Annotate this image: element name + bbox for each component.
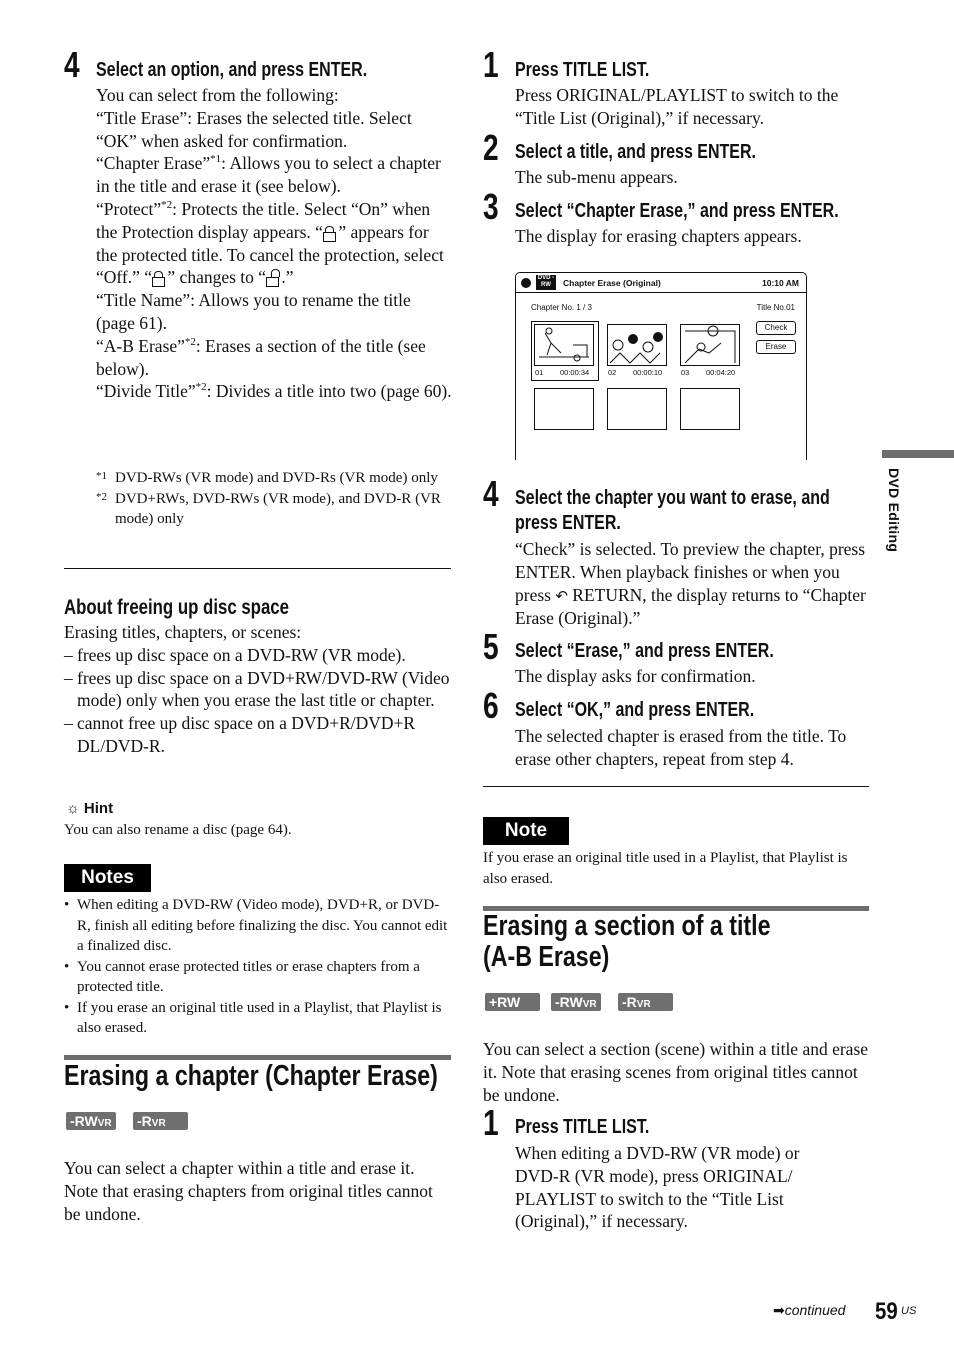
screen-time: 10:10 AM [761, 278, 799, 288]
section-title: Erasing a chapter (Chapter Erase) [64, 1060, 438, 1092]
footnote: *2 DVD+RWs, DVD-RWs (VR mode), and DVD-R … [96, 490, 441, 528]
chapter-time: 00:00:10 [633, 368, 663, 377]
list-item: cannot free up disc space on a DVD+R/DVD… [64, 712, 452, 758]
check-button[interactable]: Check [756, 321, 796, 335]
section-title: (A-B Erase) [483, 941, 610, 973]
chapter-thumbnail[interactable] [680, 324, 740, 366]
step-body: When editing a DVD-RW (VR mode) or DVD-R… [515, 1143, 800, 1232]
option-divide-title: “Divide Title”*2: Divides a title into t… [96, 381, 452, 402]
notes-label: Notes [64, 864, 151, 892]
step-heading: Select an option, and press ENTER. [96, 59, 368, 81]
step-number: 4 [483, 473, 499, 514]
step-body: Press ORIGINAL/PLAYLIST to switch to the… [515, 85, 839, 128]
empty-thumbnail [607, 388, 667, 430]
step-number: 5 [483, 626, 499, 667]
hint-text: You can also rename a disc (page 64). [64, 822, 292, 838]
hint-label: ☼ Hint [66, 800, 114, 817]
list-item: frees up disc space on a DVD-RW (VR mode… [64, 644, 452, 667]
step-number: 3 [483, 186, 499, 227]
chapter-time: 00:00:34 [560, 368, 590, 377]
lightbulb-icon: ☼ [66, 800, 80, 817]
side-tab-label: DVD Editing [886, 468, 902, 553]
format-badge: -RWVR [551, 993, 601, 1011]
step-body: The display for erasing chapters appears… [515, 226, 802, 246]
chapter-number: 01 [535, 368, 544, 377]
step-body: The display asks for confirmation. [515, 666, 756, 686]
freeing-text: Erasing titles, chapters, or scenes: fre… [64, 621, 452, 758]
page-number: 59 [875, 1298, 898, 1325]
option-ab-erase: “A-B Erase”*2: Erases a section of the t… [96, 335, 426, 379]
step-heading: Select “Erase,” and press ENTER. [515, 640, 774, 662]
chapter-erase-screen: DVD -RW Chapter Erase (Original) 10:10 A… [515, 272, 807, 460]
step-body: “Check” is selected. To preview the chap… [515, 539, 866, 629]
lock-icon [152, 271, 166, 288]
step-body: The sub-menu appears. [515, 167, 678, 187]
step-number: 4 [64, 44, 80, 85]
side-tab-bar [882, 450, 954, 458]
section-title: Erasing a section of a title [483, 910, 771, 942]
divider [64, 568, 451, 569]
step-number: 2 [483, 127, 499, 168]
step-number: 1 [483, 1102, 499, 1143]
step-body: The selected chapter is erased from the … [515, 726, 847, 769]
unlock-icon [266, 269, 281, 288]
page-suffix: US [901, 1305, 917, 1317]
erase-button[interactable]: Erase [756, 340, 796, 354]
chapter-number: 02 [608, 368, 617, 377]
section-text: You can select a section (scene) within … [483, 1039, 869, 1105]
step-heading: Press TITLE LIST. [515, 1116, 650, 1138]
format-badge: -RWVR [66, 1112, 116, 1130]
step-heading: Select a title, and press ENTER. [515, 141, 756, 163]
step-heading: Select the chapter you want to erase, an… [515, 487, 830, 509]
format-badge: -RVR [618, 993, 673, 1011]
section-text: You can select a chapter within a title … [64, 1158, 433, 1224]
step-number: 1 [483, 44, 499, 85]
format-badge: +RW [485, 993, 540, 1011]
footnotes: *1 DVD-RWs (VR mode) and DVD-Rs (VR mode)… [96, 468, 452, 530]
step-heading: Select “Chapter Erase,” and press ENTER. [515, 200, 839, 222]
footnote: *1 DVD-RWs (VR mode) and DVD-Rs (VR mode)… [96, 470, 438, 486]
empty-thumbnail [534, 388, 594, 430]
chapter-no: Chapter No. 1 / 3 [531, 303, 592, 312]
arrow-right-icon: ➡ [773, 1302, 785, 1318]
option-protect: “Protect”*2: Protects the title. Select … [96, 198, 444, 288]
list-item: frees up disc space on a DVD+RW/DVD-RW (… [64, 667, 452, 713]
step-heading: Press TITLE LIST. [515, 59, 650, 81]
note-item: If you erase an original title used in a… [64, 998, 452, 1039]
dvd-rw-badge: DVD -RW [536, 275, 556, 290]
section-subheading: About freeing up disc space [64, 596, 289, 619]
chapter-number: 03 [681, 368, 690, 377]
notes-list: When editing a DVD-RW (Video mode), DVD+… [64, 895, 452, 1039]
title-no: Title No.01 [756, 303, 795, 312]
screen-title-bar: DVD -RW Chapter Erase (Original) 10:10 A… [516, 273, 806, 293]
option-title-erase: “Title Erase”: Erases the selected title… [96, 107, 412, 151]
note-item: When editing a DVD-RW (Video mode), DVD+… [64, 895, 452, 957]
lock-icon [322, 225, 336, 242]
note-text: If you erase an original title used in a… [483, 850, 848, 887]
divider [483, 786, 869, 787]
step-number: 6 [483, 685, 499, 726]
option-chapter-erase: “Chapter Erase”*1: Allows you to select … [96, 153, 441, 197]
chapter-time: 00:04:20 [706, 368, 736, 377]
chapter-thumbnail[interactable] [607, 324, 667, 366]
continued-label: ➡continued [773, 1302, 846, 1318]
empty-thumbnail [680, 388, 740, 430]
step-heading: Select “OK,” and press ENTER. [515, 699, 755, 721]
option-title-name: “Title Name”: Allows you to rename the t… [96, 290, 411, 333]
note-label: Note [483, 817, 569, 845]
intro: Erasing titles, chapters, or scenes: [64, 622, 302, 642]
note-item: You cannot erase protected titles or era… [64, 957, 452, 998]
step-heading: press ENTER. [515, 512, 621, 534]
disc-icon [521, 278, 531, 288]
screen-title: Chapter Erase (Original) [563, 278, 661, 288]
intro: You can select from the following: [96, 85, 339, 105]
step-body: You can select from the following: “Titl… [96, 84, 452, 403]
format-badge: -RVR [133, 1112, 188, 1130]
chapter-thumbnail[interactable] [534, 324, 594, 366]
return-icon: ↶ [555, 586, 568, 605]
